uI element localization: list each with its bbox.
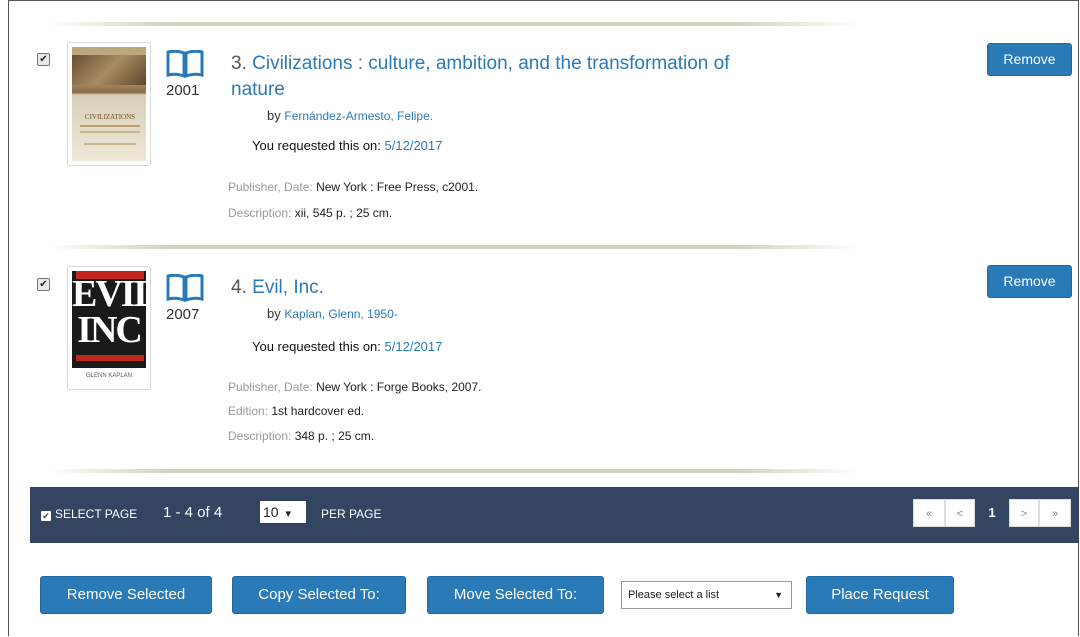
divider <box>46 22 860 26</box>
select-page-label: SELECT PAGE <box>55 507 138 521</box>
result-range: 1 - 4 of 4 <box>163 504 223 521</box>
book-icon <box>166 274 204 302</box>
place-request-button[interactable]: Place Request <box>806 576 954 614</box>
last-page-button[interactable]: » <box>1039 499 1071 527</box>
edition-label: Edition: <box>228 404 269 418</box>
divider <box>46 245 860 249</box>
book-cover[interactable]: CIVILIZATIONS <box>67 42 151 166</box>
publisher-info: Publisher, Date: New York : Free Press, … <box>228 180 478 194</box>
by-prefix: by <box>267 108 281 123</box>
book-cover[interactable]: EVIL INC GLENN KAPLAN <box>67 266 151 390</box>
select-page[interactable]: ✔ SELECT PAGE <box>41 507 137 521</box>
copy-selected-button[interactable]: Copy Selected To: <box>232 576 406 614</box>
request-date: You requested this on: 5/12/2017 <box>252 138 442 153</box>
remove-button[interactable]: Remove <box>987 43 1072 76</box>
edition-value: 1st hardcover ed. <box>271 404 365 418</box>
per-page-label: PER PAGE <box>321 507 382 521</box>
publisher-info: Publisher, Date: New York : Forge Books,… <box>228 380 482 394</box>
divider <box>46 469 860 473</box>
title-link-continued[interactable]: nature <box>231 79 285 100</box>
per-page-select[interactable]: 10 ▾ <box>260 501 306 523</box>
chevron-down-icon: ▾ <box>285 508 291 520</box>
edition-info: Edition: 1st hardcover ed. <box>228 404 364 418</box>
item-checkbox[interactable]: ✔ <box>37 53 50 66</box>
publisher-label: Publisher, Date: <box>228 380 313 394</box>
remove-button[interactable]: Remove <box>987 265 1072 298</box>
prev-page-button[interactable]: < <box>945 499 975 527</box>
next-page-button[interactable]: > <box>1009 499 1039 527</box>
description-value: 348 p. ; 25 cm. <box>294 429 375 443</box>
request-date-value: 5/12/2017 <box>384 138 443 153</box>
byline: by Kaplan, Glenn, 1950- <box>267 306 398 321</box>
current-page[interactable]: 1 <box>975 499 1009 527</box>
publisher-label: Publisher, Date: <box>228 180 313 194</box>
description-value: xii, 545 p. ; 25 cm. <box>294 206 393 220</box>
description-info: Description: xii, 545 p. ; 25 cm. <box>228 206 392 220</box>
per-page-value: 10 <box>263 504 279 520</box>
remove-selected-button[interactable]: Remove Selected <box>40 576 212 614</box>
list-select[interactable]: Please select a list ▼ <box>621 581 792 609</box>
item-checkbox[interactable]: ✔ <box>37 278 50 291</box>
select-page-checkbox[interactable]: ✔ <box>41 511 51 521</box>
description-label: Description: <box>228 206 292 220</box>
by-prefix: by <box>267 306 281 321</box>
byline: by Fernández-Armesto, Felipe. <box>267 108 433 123</box>
publisher-value: New York : Free Press, c2001. <box>316 180 479 194</box>
description-info: Description: 348 p. ; 25 cm. <box>228 429 374 443</box>
publisher-value: New York : Forge Books, 2007. <box>316 380 482 394</box>
item-number: 3. <box>231 53 247 74</box>
request-date-value: 5/12/2017 <box>384 339 443 354</box>
description-label: Description: <box>228 429 292 443</box>
title-link[interactable]: Civilizations : culture, ambition, and t… <box>252 53 729 74</box>
author-link[interactable]: Fernández-Armesto, Felipe. <box>284 109 433 123</box>
list-select-value: Please select a list <box>628 589 720 601</box>
item-number: 4. <box>231 277 247 298</box>
move-selected-button[interactable]: Move Selected To: <box>427 576 604 614</box>
title-link[interactable]: Evil, Inc. <box>252 277 324 298</box>
author-link[interactable]: Kaplan, Glenn, 1950- <box>284 307 397 321</box>
publication-year: 2001 <box>166 82 200 99</box>
item-title: 4. Evil, Inc. <box>231 275 831 301</box>
book-icon <box>166 50 204 78</box>
item-title: 3. Civilizations : culture, ambition, an… <box>231 51 831 103</box>
request-date: You requested this on: 5/12/2017 <box>252 339 442 354</box>
publication-year: 2007 <box>166 306 200 323</box>
first-page-button[interactable]: « <box>913 499 945 527</box>
chevron-down-icon: ▼ <box>774 590 783 600</box>
pagination-bar: ✔ SELECT PAGE 1 - 4 of 4 10 ▾ PER PAGE « … <box>30 487 1079 543</box>
request-label: You requested this on: <box>252 339 381 354</box>
request-label: You requested this on: <box>252 138 381 153</box>
